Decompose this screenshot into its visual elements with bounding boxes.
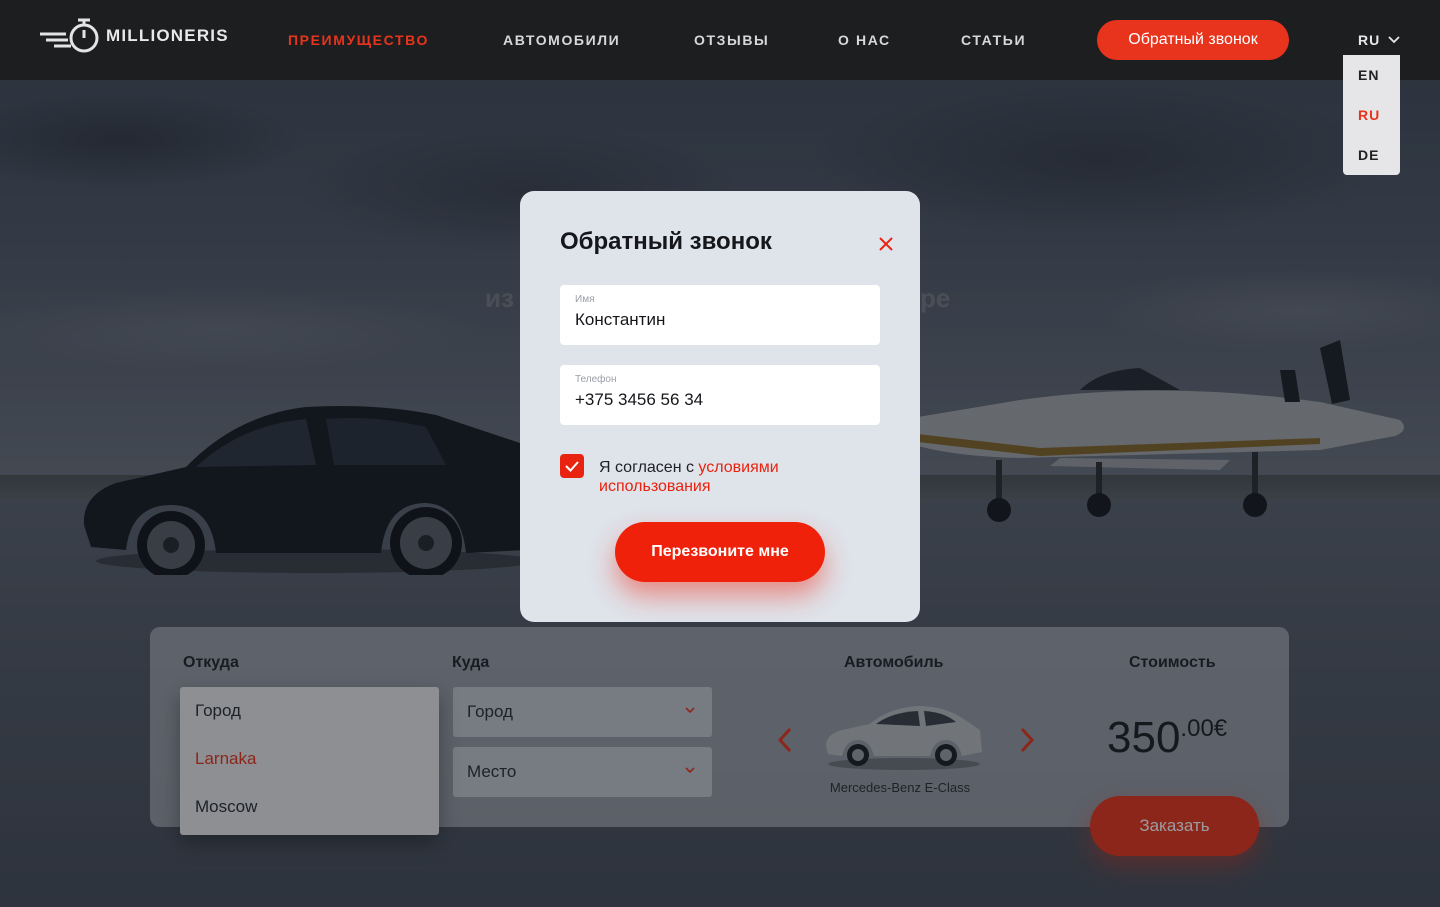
nav-item-cars[interactable]: АВТОМОБИЛИ [503,32,620,48]
language-selector[interactable]: RU [1358,32,1400,48]
logo-text: MILLIONERIS [106,26,229,45]
nav-item-articles[interactable]: СТАТЬИ [961,32,1026,48]
chevron-down-icon [1388,36,1400,44]
checkmark-icon [565,461,579,472]
nav-item-reviews[interactable]: ОТЗЫВЫ [694,32,769,48]
callback-modal: Обратный звонок Имя Константин Телефон +… [520,191,920,622]
stopwatch-logo-icon [40,18,99,53]
phone-field[interactable]: Телефон +375 3456 56 34 [560,365,880,425]
consent-checkbox[interactable] [560,454,584,478]
current-language: RU [1358,32,1381,48]
logo[interactable]: MILLIONERIS [40,16,229,56]
phone-field-value: +375 3456 56 34 [575,390,704,409]
phone-field-label: Телефон [575,374,617,385]
call-me-button[interactable]: Перезвоните мне [615,522,825,582]
language-option-ru[interactable]: RU [1358,107,1380,123]
nav-item-advantages[interactable]: ПРЕИМУЩЕСТВО [288,32,429,48]
modal-title: Обратный звонок [560,228,772,255]
close-icon[interactable] [877,235,895,253]
callback-button[interactable]: Обратный звонок [1097,20,1289,60]
language-dropdown: EN RU DE [1343,55,1400,175]
consent-text: Я согласен с условиями использования [599,458,839,496]
nav-item-about[interactable]: О НАС [838,32,891,48]
language-option-en[interactable]: EN [1358,67,1379,83]
name-field[interactable]: Имя Константин [560,285,880,345]
consent-prefix: Я согласен с [599,459,699,476]
name-field-value: Константин [575,310,666,329]
site-header: MILLIONERIS ПРЕИМУЩЕСТВО АВТОМОБИЛИ ОТЗЫ… [0,0,1440,80]
name-field-label: Имя [575,294,595,305]
language-option-de[interactable]: DE [1358,147,1379,163]
